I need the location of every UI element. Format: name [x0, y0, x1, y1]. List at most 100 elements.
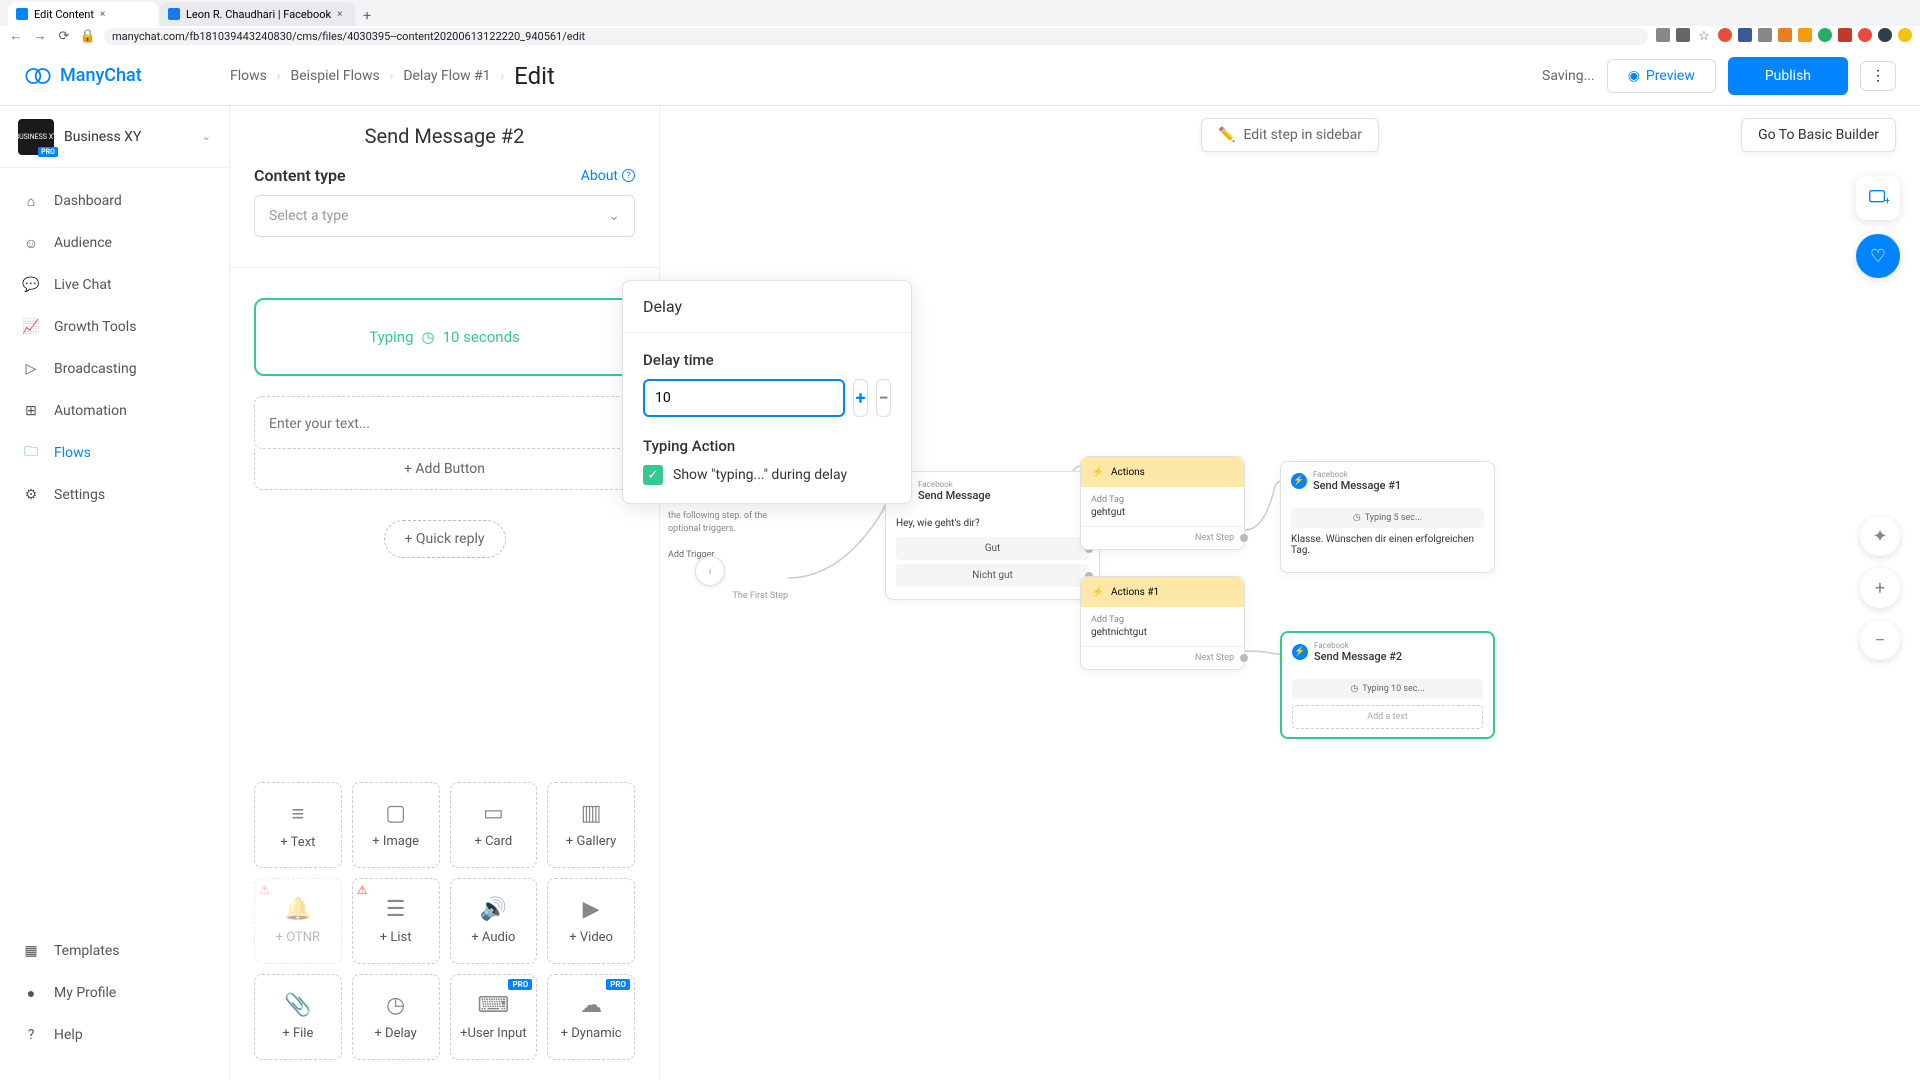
crumb-beispiel[interactable]: Beispiel Flows	[290, 68, 379, 84]
clock-icon: ◷	[1350, 684, 1358, 694]
sidebar-item-live-chat[interactable]: 💬Live Chat	[0, 264, 229, 306]
block-option-list[interactable]: ⚠☰+ List	[352, 878, 440, 964]
block-option-video[interactable]: ▶+ Video	[547, 878, 635, 964]
close-icon[interactable]: ×	[337, 9, 347, 19]
text-input-block[interactable]	[254, 396, 635, 449]
block-icon: ▶	[583, 897, 600, 922]
zoom-in-button[interactable]: +	[1860, 568, 1900, 608]
nav-label: Broadcasting	[54, 361, 137, 377]
sidebar-item-dashboard[interactable]: ⌂Dashboard	[0, 180, 229, 222]
auto-arrange-button[interactable]: ✦	[1860, 516, 1900, 556]
block-icon: ☁	[580, 993, 602, 1018]
block-option-userinput[interactable]: PRO⌨+User Input	[450, 974, 538, 1060]
typing-delay-block[interactable]: Typing ◷ 10 seconds	[254, 298, 635, 376]
sidebar-item-growth-tools[interactable]: 📈Growth Tools	[0, 306, 229, 348]
decrement-button[interactable]: −	[876, 379, 891, 417]
about-text: About	[581, 168, 618, 184]
sidebar-item-help[interactable]: ?Help	[0, 1014, 229, 1056]
sparkle-icon: ✦	[1872, 526, 1887, 547]
sidebar-item-settings[interactable]: ⚙Settings	[0, 474, 229, 516]
block-option-text[interactable]: ≡+ Text	[254, 782, 342, 868]
edit-step-sidebar-button[interactable]: ✏️ Edit step in sidebar	[1201, 118, 1379, 152]
chevron-right-icon: ›	[277, 69, 281, 83]
first-step-label: The First Step	[668, 590, 788, 603]
next-step-port[interactable]: Next Step	[1081, 646, 1244, 669]
delay-time-input[interactable]	[643, 379, 845, 417]
app-header: ManyChat Flows › Beispiel Flows › Delay …	[0, 46, 1920, 106]
reload-button[interactable]: ⟳	[56, 28, 72, 44]
node-send-message-1[interactable]: ⚡ Facebook Send Message #1 ◷Typing 5 sec…	[1280, 461, 1495, 573]
block-option-card[interactable]: ▭+ Card	[450, 782, 538, 868]
block-option-image[interactable]: ▢+ Image	[352, 782, 440, 868]
quick-reply-button[interactable]: + Quick reply	[384, 520, 506, 558]
sidebar-item-broadcasting[interactable]: ▷Broadcasting	[0, 348, 229, 390]
about-link[interactable]: About ?	[581, 168, 635, 184]
add-text-placeholder[interactable]: Add a text	[1292, 705, 1483, 729]
goto-basic-builder-button[interactable]: Go To Basic Builder	[1741, 118, 1896, 152]
message-text-input[interactable]	[269, 416, 620, 432]
zoom-out-button[interactable]: −	[1860, 620, 1900, 660]
crumb-flows[interactable]: Flows	[230, 68, 267, 84]
favorites-button[interactable]: ♡	[1856, 234, 1900, 278]
nav-icon: ?	[22, 1026, 40, 1044]
block-option-audio[interactable]: 🔊+ Audio	[450, 878, 538, 964]
increment-button[interactable]: +	[853, 379, 868, 417]
sidebar-item-templates[interactable]: ▦Templates	[0, 930, 229, 972]
sidebar-item-audience[interactable]: ☺Audience	[0, 222, 229, 264]
publish-button[interactable]: Publish	[1728, 57, 1848, 95]
crumb-delayflow[interactable]: Delay Flow #1	[403, 68, 490, 84]
collapse-button[interactable]: ‹	[695, 556, 725, 586]
breadcrumb: Flows › Beispiel Flows › Delay Flow #1 ›…	[230, 62, 555, 90]
node-send-message[interactable]: ⚡ Facebook Send Message Hey, wie geht's …	[885, 471, 1100, 600]
editor-title: Send Message #2	[230, 106, 659, 166]
add-button[interactable]: + Add Button	[254, 449, 635, 490]
node-actions[interactable]: ⚡ Actions Add Tag gehtgut Next Step	[1080, 456, 1245, 550]
tag-value: gehtnichtgut	[1091, 627, 1234, 638]
nav-label: Live Chat	[54, 277, 112, 293]
content-type-select[interactable]: Select a type ⌄	[254, 195, 635, 237]
add-node-button[interactable]: +	[1856, 176, 1900, 220]
show-typing-checkbox[interactable]: ✓	[643, 465, 663, 485]
preview-label: Preview	[1646, 68, 1695, 84]
star-icon[interactable]: ☆	[1696, 28, 1712, 44]
block-option-dynamic[interactable]: PRO☁+ Dynamic	[547, 974, 635, 1060]
node-send-message-2[interactable]: ⚡ Facebook Send Message #2 ◷Typing 10 se…	[1280, 631, 1495, 739]
preview-button[interactable]: ◉ Preview	[1607, 59, 1716, 93]
message-text: Klasse. Wünschen dir einen erfolgreichen…	[1291, 534, 1484, 556]
reply-button-gut[interactable]: Gut	[896, 537, 1089, 560]
browser-tab-1[interactable]: Edit Content ×	[8, 2, 158, 26]
forward-button[interactable]: →	[32, 28, 48, 44]
flow-canvas[interactable]: ✏️ Edit step in sidebar Go To Basic Buil…	[660, 106, 1920, 1080]
sidebar: BUSINESS XY PRO Business XY ⌄ ⌂Dashboard…	[0, 106, 230, 1080]
chevron-right-icon: ›	[390, 69, 394, 83]
more-menu-button[interactable]: ⋮	[1860, 61, 1896, 91]
block-option-delay[interactable]: ◷+ Delay	[352, 974, 440, 1060]
nav-label: Settings	[54, 487, 105, 503]
manychat-logo-icon	[24, 62, 52, 90]
edit-step-label: Edit step in sidebar	[1243, 127, 1362, 143]
workspace-switcher[interactable]: BUSINESS XY PRO Business XY ⌄	[0, 106, 229, 168]
block-icon: ⌨	[477, 993, 509, 1018]
block-option-gallery[interactable]: ▥+ Gallery	[547, 782, 635, 868]
close-icon[interactable]: ×	[100, 9, 110, 19]
browser-tab-2[interactable]: Leon R. Chaudhari | Facebook ×	[160, 2, 355, 26]
back-button[interactable]: ←	[8, 28, 24, 44]
new-tab-button[interactable]: +	[357, 6, 377, 26]
node-actions-1[interactable]: ⚡ Actions #1 Add Tag gehtnichtgut Next S…	[1080, 576, 1245, 670]
add-trigger-link[interactable]: Add Trigger	[668, 549, 788, 562]
pencil-icon: ✏️	[1218, 127, 1235, 143]
address-bar[interactable]: manychat.com/fb181039443240830/cms/files…	[104, 28, 1648, 45]
sidebar-item-flows[interactable]: 🗀Flows	[0, 432, 229, 474]
block-option-file[interactable]: 📎+ File	[254, 974, 342, 1060]
clock-icon: ◷	[1353, 513, 1361, 523]
content-type-label: Content type	[254, 166, 346, 185]
tab-title: Leon R. Chaudhari | Facebook	[186, 8, 331, 21]
sidebar-item-automation[interactable]: ⊞Automation	[0, 390, 229, 432]
logo[interactable]: ManyChat	[24, 62, 230, 90]
nav-icon: ☺	[22, 234, 40, 252]
bolt-icon: ⚡	[1091, 585, 1105, 599]
sidebar-item-my-profile[interactable]: ●My Profile	[0, 972, 229, 1014]
reply-button-nichtgut[interactable]: Nicht gut	[896, 564, 1089, 587]
message-plus-icon: +	[1867, 187, 1889, 209]
next-step-port[interactable]: Next Step	[1081, 526, 1244, 549]
